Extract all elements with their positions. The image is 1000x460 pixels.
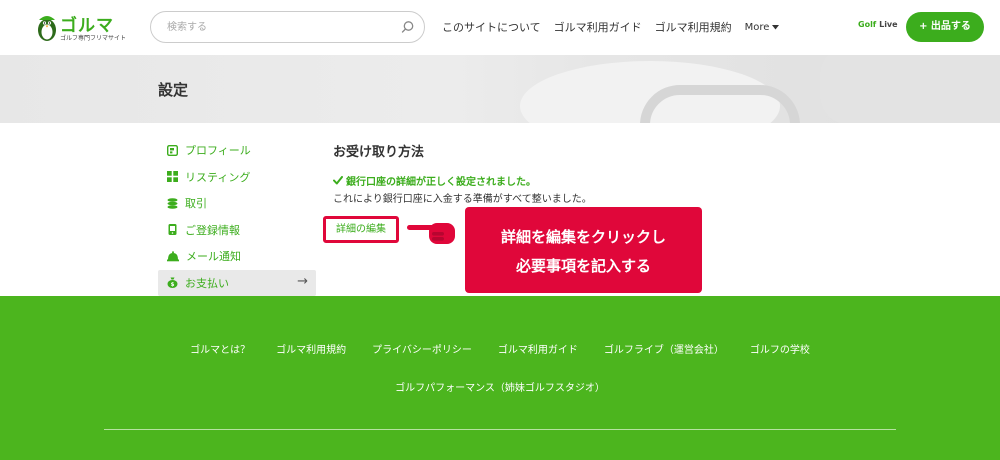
sidebar-item-transactions[interactable]: 取引 — [158, 190, 316, 217]
profile-icon — [167, 144, 178, 156]
sidebar-item-registration[interactable]: ご登録情報 — [158, 217, 316, 244]
callout-line-2: 必要事項を記入する — [515, 257, 651, 275]
page-banner: 設定 — [0, 55, 1000, 123]
section-heading: お受け取り方法 — [333, 145, 425, 160]
nav-more[interactable]: More — [745, 22, 780, 33]
logo-subtitle: ゴルフ専門フリマサイト — [60, 35, 127, 42]
footer-divider — [104, 429, 896, 430]
site-footer: ゴルマとは？ ゴルマ利用規約 プライバシーポリシー ゴルマ利用ガイド ゴルフライ… — [0, 296, 1000, 460]
phone-icon — [168, 224, 177, 236]
search-input[interactable] — [151, 12, 381, 42]
nav-more-label: More — [744, 21, 770, 33]
money-bag-icon: $ — [167, 277, 178, 289]
footer-link-terms[interactable]: ゴルマ利用規約 — [276, 341, 346, 356]
arrow-right-icon: → — [297, 273, 308, 289]
footer-link-golf-school[interactable]: ゴルフの学校 — [750, 341, 810, 356]
penguin-mascot-icon — [38, 16, 56, 41]
bell-icon — [167, 250, 179, 262]
sidebar-item-label: 取引 — [185, 197, 207, 211]
settings-sidebar: プロフィール リスティング 取引 ご登録情報 メール通知 $ お支払い → — [158, 137, 316, 296]
instruction-callout: 詳細を編集をクリックし 必要事項を記入する — [465, 207, 702, 293]
banner-background-shape — [640, 85, 800, 123]
sidebar-item-label: リスティング — [185, 170, 251, 184]
search-box — [150, 11, 425, 43]
sidebar-item-listing[interactable]: リスティング — [158, 164, 316, 191]
search-icon[interactable] — [401, 20, 415, 34]
nav-guide[interactable]: ゴルマ利用ガイド — [554, 19, 642, 35]
list-item-button[interactable]: + 出品する — [906, 12, 984, 42]
sidebar-item-label: お支払い — [185, 276, 229, 290]
pointing-hand-icon — [407, 223, 455, 244]
sidebar-item-label: プロフィール — [185, 144, 251, 158]
golflive-logo-part2: Live — [879, 20, 898, 29]
nav-terms[interactable]: ゴルマ利用規約 — [655, 19, 732, 35]
footer-link-golf-performance[interactable]: ゴルフパフォーマンス（姉妹ゴルフスタジオ） — [395, 379, 605, 394]
golflive-logo[interactable]: Golf Live — [858, 20, 898, 29]
caret-down-icon — [772, 24, 780, 29]
site-logo[interactable]: ゴルマ ゴルフ専門フリマサイト — [36, 12, 146, 44]
grid-icon — [167, 171, 178, 183]
site-header: ゴルマ ゴルフ専門フリマサイト このサイトについて ゴルマ利用ガイド ゴルマ利用… — [0, 0, 1000, 55]
sidebar-item-email-notifications[interactable]: メール通知 — [158, 243, 316, 270]
page-title: 設定 — [158, 81, 189, 99]
banner-background-shape — [820, 55, 1000, 123]
footer-link-guide[interactable]: ゴルマ利用ガイド — [498, 341, 578, 356]
svg-text:$: $ — [171, 282, 175, 288]
coins-icon — [167, 197, 178, 209]
footer-link-privacy[interactable]: プライバシーポリシー — [372, 341, 472, 356]
main-nav: このサイトについて ゴルマ利用ガイド ゴルマ利用規約 More — [442, 19, 792, 35]
sidebar-item-label: ご登録情報 — [185, 223, 240, 237]
nav-about[interactable]: このサイトについて — [442, 19, 541, 35]
callout-line-1: 詳細を編集をクリックし — [500, 228, 666, 246]
payment-content: お受け取り方法 銀行口座の詳細が正しく設定されました。 これにより銀行口座に入金… — [323, 141, 753, 293]
checkmark-icon — [333, 176, 343, 185]
golflive-logo-part1: Golf — [858, 20, 877, 29]
footer-links: ゴルフパフォーマンス（姉妹ゴルフスタジオ） — [0, 379, 1000, 394]
success-subtext: これにより銀行口座に入金する準備がすべて整いました。 — [333, 194, 592, 205]
sidebar-item-profile[interactable]: プロフィール — [158, 137, 316, 164]
success-message-text: 銀行口座の詳細が正しく設定されました。 — [346, 177, 536, 188]
sidebar-item-label: メール通知 — [186, 250, 241, 264]
footer-links: ゴルマとは？ ゴルマ利用規約 プライバシーポリシー ゴルマ利用ガイド ゴルフライ… — [0, 341, 1000, 356]
footer-link-about[interactable]: ゴルマとは？ — [190, 341, 250, 356]
sidebar-item-payment[interactable]: $ お支払い → — [158, 269, 316, 296]
edit-details-link[interactable]: 詳細の編集 — [323, 216, 399, 243]
footer-link-golflive[interactable]: ゴルフライブ（運営会社） — [604, 341, 724, 356]
success-message: 銀行口座の詳細が正しく設定されました。 — [333, 173, 536, 188]
